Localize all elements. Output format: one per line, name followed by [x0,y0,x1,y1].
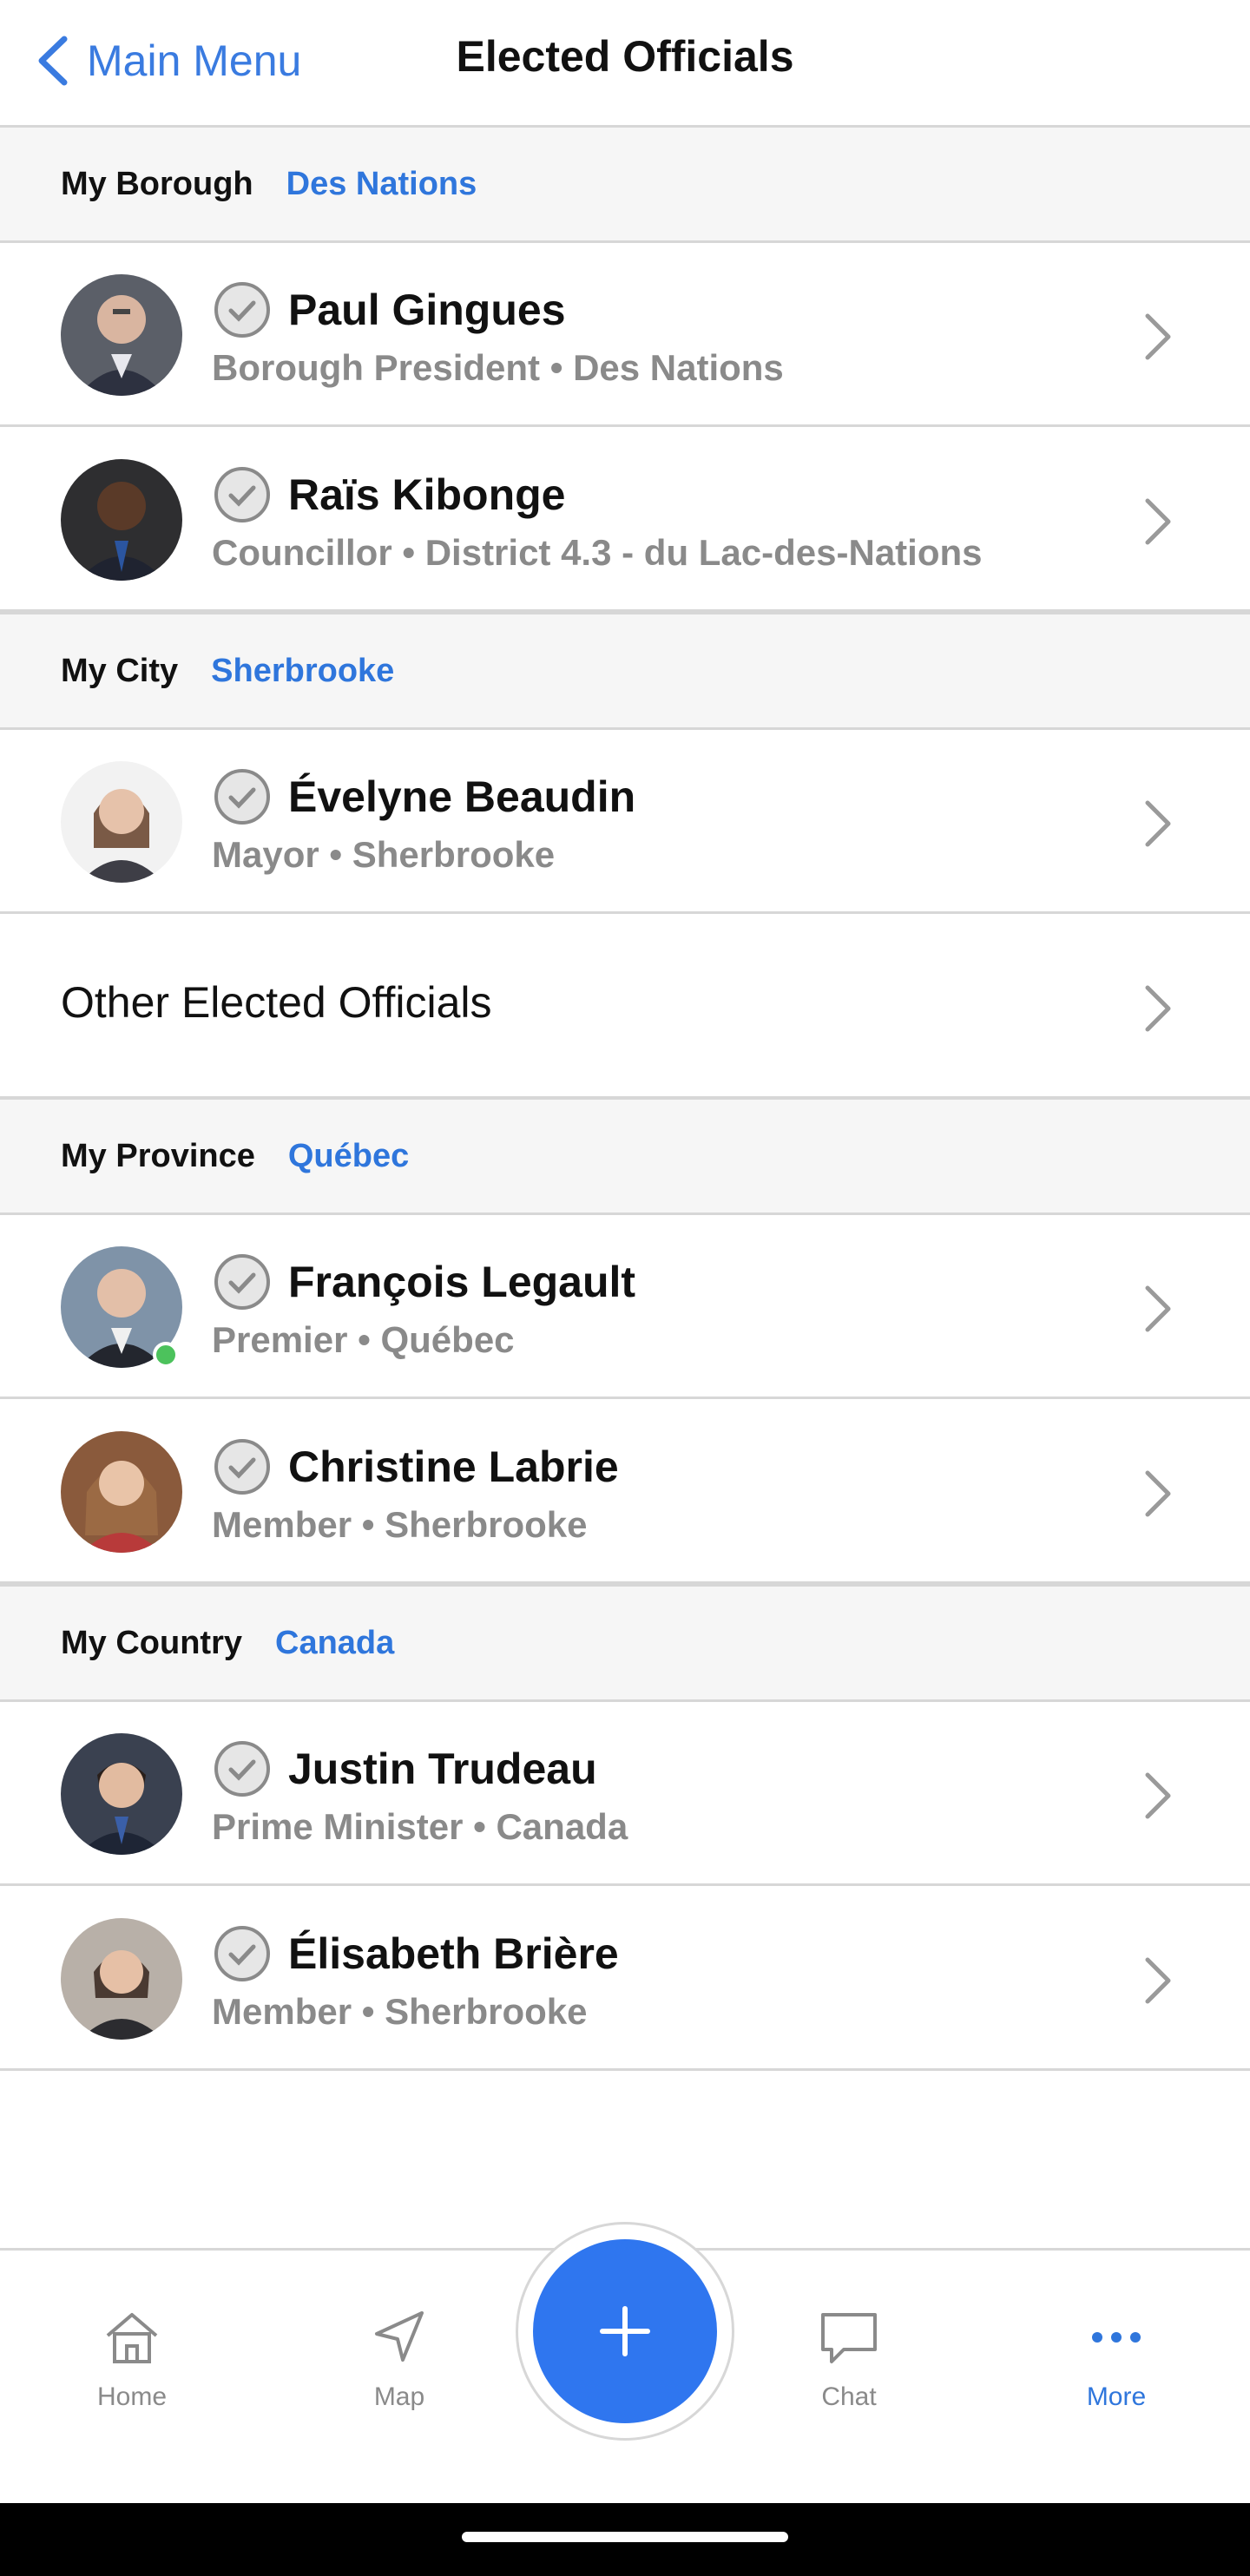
top-bar: Main Menu Elected Officials [0,0,1250,125]
official-row[interactable]: Élisabeth Brière Member • Sherbrooke [0,1887,1250,2071]
tab-home[interactable]: Home [45,2303,219,2433]
home-icon [106,2313,158,2363]
tab-chat[interactable]: Chat [762,2303,936,2433]
official-name: François Legault [288,1258,636,1306]
verified-badge-icon [214,282,270,338]
official-row[interactable]: Justin Trudeau Prime Minister • Canada [0,1702,1250,1886]
add-button[interactable] [533,2239,717,2423]
navigation-arrow-icon [375,2311,424,2362]
section-label: My Province [61,1137,255,1174]
avatar [61,1431,182,1553]
avatar [61,1918,182,2040]
official-role: Mayor • Sherbrooke [212,834,556,875]
section-borough: My Borough Des Nations [0,125,1250,243]
avatar [61,1733,182,1855]
verified-badge-icon [214,1439,270,1495]
official-role: Premier • Québec [212,1319,515,1360]
section-country: My Country Canada [0,1584,1250,1702]
chevron-right-icon [1145,1470,1171,1517]
plus-icon [600,2306,650,2356]
official-name: Justin Trudeau [288,1745,597,1793]
tab-label: More [1086,2382,1147,2411]
chevron-right-icon [1145,985,1171,1032]
page-title: Elected Officials [456,32,794,81]
chevron-right-icon [1145,1285,1171,1332]
section-value[interactable]: Québec [288,1138,409,1175]
tab-map[interactable]: Map [312,2303,486,2433]
chevron-right-icon [1145,1957,1171,2004]
verified-badge-icon [214,1926,270,1981]
official-row[interactable]: Raïs Kibonge Councillor • District 4.3 -… [0,428,1250,612]
section-label: My City [61,652,179,689]
official-name: Évelyne Beaudin [288,772,636,821]
avatar [61,459,182,581]
tab-label: Map [373,2382,425,2411]
official-role: Borough President • Des Nations [212,347,784,388]
chevron-right-icon [1145,313,1171,360]
official-role: Prime Minister • Canada [212,1806,628,1847]
other-officials-label: Other Elected Officials [61,978,492,1027]
section-city: My City Sherbrooke [0,612,1250,730]
official-name: Christine Labrie [288,1442,619,1491]
section-province: My Province Québec [0,1097,1250,1215]
official-name: Raïs Kibonge [288,470,566,519]
official-row[interactable]: Évelyne Beaudin Mayor • Sherbrooke [0,730,1250,914]
verified-badge-icon [214,1254,270,1310]
online-status-dot [153,1342,179,1368]
official-row[interactable]: Christine Labrie Member • Sherbrooke [0,1400,1250,1584]
official-role: Member • Sherbrooke [212,1991,588,2032]
chevron-right-icon [1145,498,1171,545]
avatar [61,274,182,396]
section-label: My Country [61,1624,242,1661]
more-dots-icon [1092,2332,1141,2343]
verified-badge-icon [214,467,270,522]
official-role: Member • Sherbrooke [212,1504,588,1545]
chevron-right-icon [1145,1772,1171,1819]
avatar [61,761,182,883]
chat-bubble-icon [821,2313,877,2363]
tab-label: Chat [821,2382,877,2411]
official-name: Élisabeth Brière [288,1929,619,1978]
section-value[interactable]: Sherbrooke [211,653,394,690]
tab-more[interactable]: More [1030,2303,1203,2433]
other-elected-officials-row[interactable]: Other Elected Officials [0,915,1250,1099]
section-label: My Borough [61,165,253,202]
verified-badge-icon [214,769,270,825]
section-value[interactable]: Des Nations [286,166,477,203]
official-name: Paul Gingues [288,286,566,334]
home-indicator[interactable] [462,2532,788,2542]
section-value[interactable]: Canada [275,1625,394,1662]
verified-badge-icon [214,1741,270,1797]
official-row[interactable]: François Legault Premier • Québec [0,1215,1250,1399]
tab-label: Home [96,2382,168,2411]
official-role: Councillor • District 4.3 - du Lac-des-N… [212,532,983,573]
chevron-right-icon [1145,800,1171,847]
official-row[interactable]: Paul Gingues Borough President • Des Nat… [0,243,1250,427]
